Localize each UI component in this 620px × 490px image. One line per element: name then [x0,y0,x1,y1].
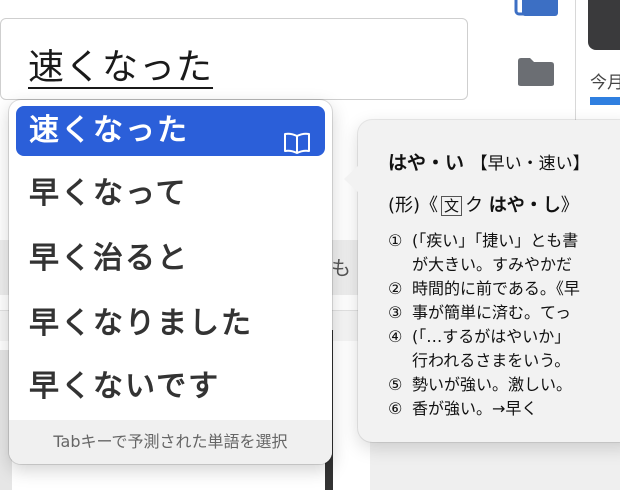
candidate-item-4[interactable]: 早くなりました [16,299,325,349]
definition-line: 事が簡単に済む。てっ [412,303,572,322]
definition-line: 香が強い。→早く [412,399,538,418]
definition-item: ② 時間的に前である。《早 [388,277,620,301]
definition-line: (「…するがはやいか」 [412,327,571,346]
popover-arrow [344,165,359,193]
candidate-text: 早くないです [29,369,221,404]
definition-line: 勢いが強い。激しい。 [412,375,573,394]
window-stack-icon[interactable] [514,0,558,22]
part-of-speech: (形)《文ク はや・し》 [388,191,620,217]
pos-suffix: ク [465,195,484,216]
definition-line: (「疾い」「捷い」とも書 [412,231,579,250]
candidate-item-1[interactable]: 速くなった [16,106,325,156]
dictionary-popover: はや・い 【早い・速い】 (形)《文ク はや・し》 ① (「疾い」「捷い」とも書… [344,120,620,442]
definition-line: が大きい。すみやかだ [412,255,573,274]
candidate-item-3[interactable]: 早く治ると [16,234,325,284]
definition-number: ① [388,231,403,250]
dictionary-content: はや・い 【早い・速い】 (形)《文ク はや・し》 ① (「疾い」「捷い」とも書… [388,148,620,438]
month-indicator-bar [590,97,620,105]
definition-list: ① (「疾い」「捷い」とも書 が大きい。すみやかだ ② 時間的に前である。《早 … [388,229,620,421]
definition-item: ④ (「…するがはやいか」 行われるさまをいう。 [388,325,620,373]
background-panel [370,440,620,490]
headword-kana: はや・い [388,152,465,174]
candidate-item-5[interactable]: 早くないです [16,362,325,412]
dictionary-book-icon[interactable] [283,120,311,170]
definition-line: 行われるさまをいう。 [412,351,571,370]
month-label: 今月 [590,73,620,93]
definition-number: ② [388,279,403,298]
definition-item: ③ 事が簡単に済む。てっ [388,301,620,325]
definition-item: ⑥ 香が強い。→早く [388,397,620,421]
definition-item: ⑤ 勢いが強い。激しい。 [388,373,620,397]
pos-close: 》 [560,195,579,216]
folder-icon[interactable] [517,57,555,91]
ime-candidate-window: 速くなった 早くなって 早く治ると 早くなりました 早くないです Tabキーで予… [9,100,332,464]
background-text: も [331,256,351,280]
thumbnail [588,0,620,50]
dictionary-headword: はや・い 【早い・速い】 [388,148,620,175]
candidate-text: 早く治ると [29,241,189,276]
candidate-footer-hint: Tabキーで予測された単語を選択 [9,420,332,464]
candidate-item-2[interactable]: 早くなって [16,169,325,219]
candidate-text: 早くなって [29,176,188,211]
definition-number: ③ [388,303,403,322]
candidate-text: 早くなりました [29,306,253,341]
definition-number: ⑤ [388,375,403,394]
definition-number: ④ [388,327,403,346]
definition-number: ⑥ [388,399,403,418]
headword-kanji: 【早い・速い】 [470,154,590,174]
definition-line: 時間的に前である。《早 [412,279,580,298]
pos-prefix: (形)《 [388,195,439,216]
literary-mark: 文 [441,196,463,216]
text-field-value[interactable]: 速くなった [28,38,213,90]
pos-classical-form: はや・し [488,195,561,216]
definition-item: ① (「疾い」「捷い」とも書 が大きい。すみやかだ [388,229,620,277]
candidate-text: 速くなった [29,113,189,148]
